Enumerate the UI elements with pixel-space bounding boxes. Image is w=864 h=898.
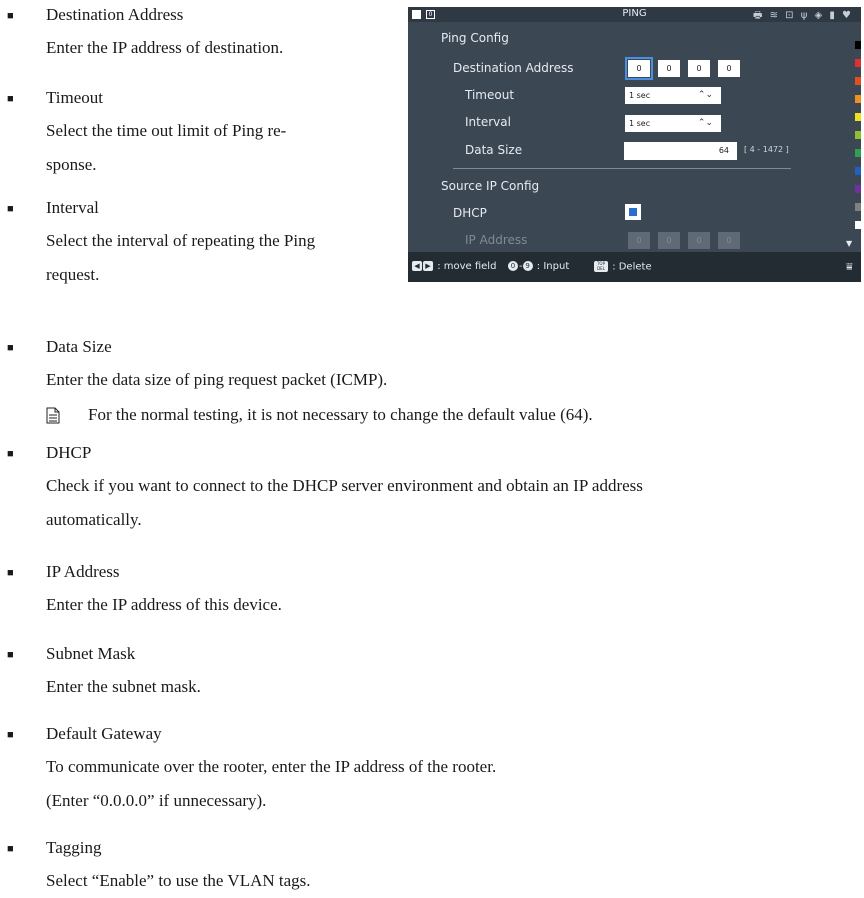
destination-octet-1[interactable]: 0 [625, 57, 653, 80]
item-description: Select the interval of repeating the Pin… [46, 231, 316, 284]
ip-address-label: IP Address [465, 233, 528, 247]
right-arrow-key-icon: ▶ [423, 261, 433, 271]
color-swatch [855, 95, 861, 103]
scroll-down-icon[interactable]: ▼ [846, 239, 852, 248]
top-del-key-icon: TOP DEL [594, 261, 608, 272]
item-description: Enter the IP address of this device. [46, 595, 282, 614]
bullet-icon: ■ [7, 843, 14, 855]
dhcp-label: DHCP [453, 206, 487, 220]
interval-label: Interval [465, 115, 511, 129]
color-swatch [855, 59, 861, 67]
bullet-icon: ■ [7, 342, 14, 354]
item-description: Select “Enable” to use the VLAN tags. [46, 871, 311, 890]
checkbox-checked-icon [629, 208, 637, 216]
destination-octet-2[interactable]: 0 [658, 60, 680, 77]
interval-select[interactable]: 1 sec ⌃⌄ [625, 115, 721, 132]
bullet-icon: ■ [7, 729, 14, 741]
item-heading: Subnet Mask [46, 644, 136, 663]
color-swatch [855, 185, 861, 193]
destination-octet-4[interactable]: 0 [718, 60, 740, 77]
key-9-icon: 9 [522, 261, 533, 271]
item-heading: Data Size [46, 337, 112, 356]
color-swatch [855, 41, 861, 49]
destination-octet-3[interactable]: 0 [688, 60, 710, 77]
color-swatch [855, 203, 861, 211]
menu-icon[interactable]: ⩸ [846, 260, 853, 274]
select-chevron-icon: ⌃⌄ [697, 90, 713, 100]
item-description: Check if you want to connect to the DHCP… [46, 476, 643, 529]
item-heading: Destination Address [46, 5, 184, 24]
item-heading: Timeout [46, 88, 104, 107]
item-heading: Default Gateway [46, 724, 162, 743]
select-chevron-icon: ⌃⌄ [697, 118, 713, 128]
bullet-icon: ■ [7, 448, 14, 460]
ip-octet-2: 0 [658, 232, 680, 249]
bullet-icon: ■ [7, 567, 14, 579]
left-arrow-key-icon: ◀ [412, 261, 422, 271]
color-swatch [855, 149, 861, 157]
item-heading: Interval [46, 198, 99, 217]
interval-value: 1 sec [629, 119, 651, 128]
ip-octet-1: 0 [628, 232, 650, 249]
footer-delete: TOP DEL : Delete [594, 261, 652, 273]
destination-address-label: Destination Address [453, 61, 574, 75]
color-swatch [855, 131, 861, 139]
device-screen: 0 PING 🖶 ≋ ⊡ ψ ◈ ▮ ♥ Ping Config Destina… [408, 7, 861, 282]
item-heading: Tagging [46, 838, 102, 857]
source-ip-config-heading: Source IP Config [441, 179, 540, 193]
ip-octet-4: 0 [718, 232, 740, 249]
bullet-icon: ■ [7, 203, 14, 215]
ping-config-heading: Ping Config [441, 31, 509, 45]
title-bar: 0 PING 🖶 ≋ ⊡ ψ ◈ ▮ ♥ [408, 7, 861, 22]
data-size-label: Data Size [465, 143, 523, 157]
color-swatch [855, 77, 861, 85]
footer-input-text: : Input [536, 261, 570, 272]
item-description: Enter the data size of ping request pack… [46, 370, 388, 389]
item-description: Select the time out limit of Ping re- sp… [46, 121, 287, 174]
item-description: Enter the subnet mask. [46, 677, 201, 696]
timeout-label: Timeout [465, 88, 515, 102]
color-swatch [855, 113, 861, 121]
status-icons: 🖶 ≋ ⊡ ψ ◈ ▮ ♥ [752, 10, 853, 21]
footer-move-text: : move field [437, 261, 497, 272]
footer-delete-text: : Delete [612, 261, 652, 273]
color-swatch [855, 167, 861, 175]
data-size-input[interactable]: 64 [624, 142, 737, 160]
item-heading: DHCP [46, 443, 92, 462]
item-description: Enter the IP address of destination. [46, 38, 284, 57]
ip-octet-3: 0 [688, 232, 710, 249]
timeout-value: 1 sec [629, 91, 651, 100]
color-swatch [855, 221, 861, 229]
footer-input: 0-9 : Input [508, 261, 569, 272]
bullet-icon: ■ [7, 93, 14, 105]
bullet-icon: ■ [7, 10, 14, 22]
footer-move: ◀ ▶ : move field [412, 261, 496, 272]
footer-bar: ◀ ▶ : move field 0-9 : Input TOP DEL : Del… [408, 252, 861, 282]
data-size-range: [ 4 - 1472 ] [744, 145, 789, 154]
key-0-icon: 0 [508, 261, 518, 271]
section-divider [453, 168, 791, 169]
item-description: To communicate over the rooter, enter th… [46, 757, 497, 810]
bullet-icon: ■ [7, 649, 14, 661]
dhcp-checkbox[interactable] [625, 204, 641, 220]
note-text: For the normal testing, it is not necess… [88, 405, 593, 424]
item-heading: IP Address [46, 562, 120, 581]
timeout-select[interactable]: 1 sec ⌃⌄ [625, 87, 721, 104]
note-icon [46, 407, 60, 424]
